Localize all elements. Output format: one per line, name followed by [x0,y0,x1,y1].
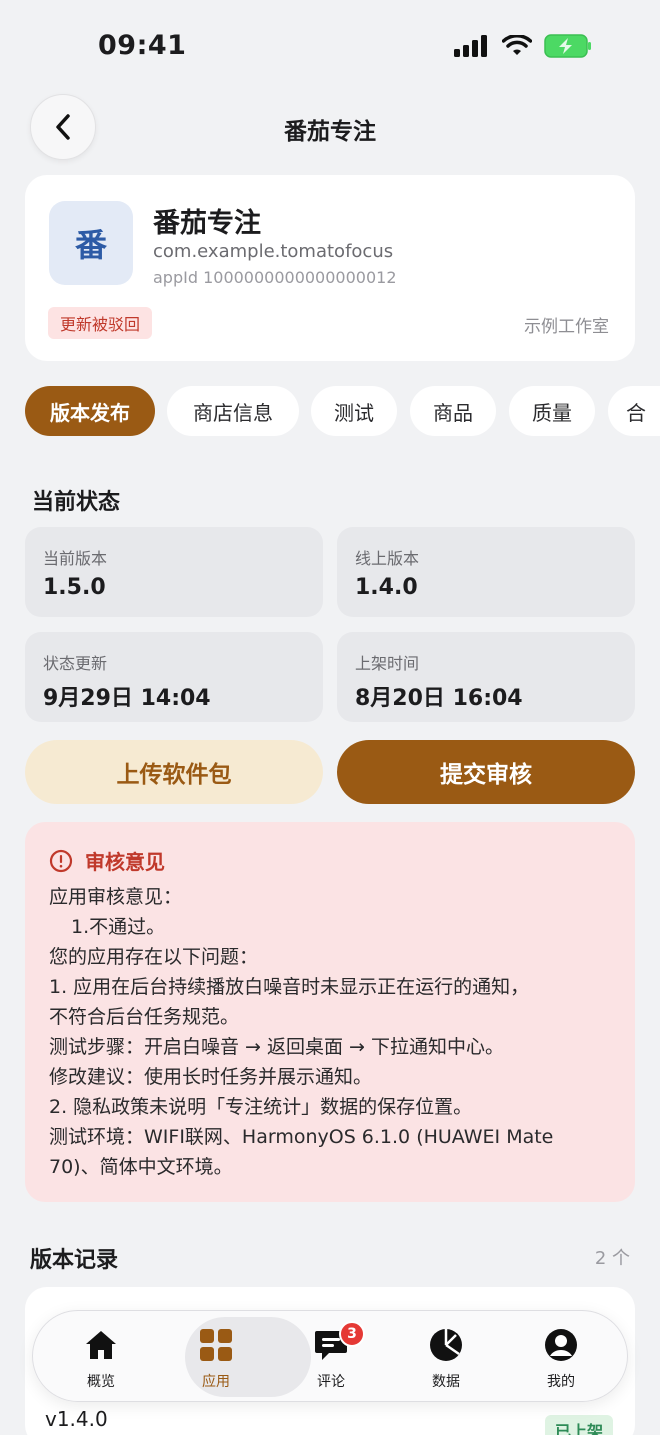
tabbar-apps[interactable]: 应用 [156,1311,276,1403]
stat-status-updated: 状态更新 9月29日 14:04 [25,632,323,722]
tab-testing[interactable]: 测试 [311,386,397,436]
review-line: 1. 应用在后台持续播放白噪音时未显示正在运行的通知， [49,976,530,998]
tabbar-label: 我的 [547,1374,575,1390]
review-line: 测试环境：WIFI联网、HarmonyOS 6.1.0 (HUAWEI Mate [49,1126,554,1148]
notification-badge: 3 [339,1321,365,1347]
stat-value: 9月29日 14:04 [43,686,211,711]
review-title: 审核意见 [85,850,165,874]
app-info-card: 番 番茄专注 com.example.tomatofocus appId 100… [25,175,635,361]
nav-header: 番茄专注 [0,92,660,164]
stat-online-version: 线上版本 1.4.0 [337,527,635,617]
stat-value: 8月20日 16:04 [355,686,523,711]
version-history-title: 版本记录 [30,1248,119,1273]
tabbar-overview[interactable]: 概览 [41,1311,161,1403]
battery-charging-icon [544,34,591,58]
review-line: 不符合后台任务规范。 [49,1006,240,1028]
app-name: 番茄专注 [153,208,261,239]
review-line: 测试步骤：开启白噪音 → 返回桌面 → 下拉通知中心。 [49,1036,504,1058]
section-tabs: 版本发布 商店信息 测试 商品 质量 合 [25,386,660,436]
tab-products[interactable]: 商品 [410,386,496,436]
review-line: 应用审核意见： [49,886,183,908]
review-feedback-panel: 审核意见 应用审核意见： 1.不通过。 您的应用存在以下问题： 1. 应用在后台… [25,822,635,1202]
upload-package-button[interactable]: 上传软件包 [25,740,323,804]
listed-badge: 已上架 [544,1415,613,1435]
stat-label: 当前版本 [43,549,108,568]
app-icon: 番 [49,201,133,285]
wifi-icon [502,35,532,55]
stat-current-version: 当前版本 1.5.0 [25,527,323,617]
review-line: 您的应用存在以下问题： [49,946,259,968]
review-text: 应用审核意见： 1.不通过。 您的应用存在以下问题： 1. 应用在后台持续播放白… [49,882,619,1182]
app-package-name: com.example.tomatofocus [153,241,394,262]
review-line: 70)、简体中文环境。 [49,1156,233,1178]
status-bar: 09:41 [0,0,660,96]
profile-icon [545,1329,577,1361]
stat-label: 线上版本 [355,549,420,568]
status-time: 09:41 [98,30,187,61]
tabbar-label: 概览 [87,1374,115,1390]
review-line: 1.不通过。 [71,916,166,938]
tabbar-label: 应用 [202,1374,230,1390]
stat-value: 1.5.0 [43,575,106,600]
bottom-tab-bar: 概览 应用 3 评论 数据 我的 [32,1310,628,1402]
tab-store-info[interactable]: 商店信息 [167,386,299,436]
submit-review-button[interactable]: 提交审核 [337,740,635,804]
tabbar-label: 评论 [317,1374,345,1390]
apps-grid-icon [200,1329,232,1361]
tab-quality[interactable]: 质量 [509,386,595,436]
stat-label: 状态更新 [43,654,108,673]
tab-version-release[interactable]: 版本发布 [25,386,155,436]
tabbar-label: 数据 [432,1374,460,1390]
tabbar-comments[interactable]: 3 评论 [271,1311,391,1403]
tabbar-profile[interactable]: 我的 [501,1311,621,1403]
version-number[interactable]: v1.4.0 [45,1407,108,1431]
version-count: 2 个 [594,1248,630,1269]
pie-chart-icon [430,1329,462,1361]
status-badge: 更新被驳回 [48,307,153,339]
review-line: 修改建议：使用长时任务并展示通知。 [49,1066,373,1088]
tab-more[interactable]: 合 [608,386,660,436]
stat-listed-time: 上架时间 8月20日 16:04 [337,632,635,722]
alert-circle-icon [49,849,73,872]
home-icon [86,1331,116,1359]
review-line: 2. 隐私政策未说明「专注统计」数据的保存位置。 [49,1096,473,1118]
tabbar-data[interactable]: 数据 [386,1311,506,1403]
status-icons [454,34,592,58]
stat-label: 上架时间 [355,654,420,673]
signal-icon [454,35,487,57]
developer-name: 示例工作室 [524,317,609,337]
current-status-title: 当前状态 [32,490,121,515]
review-header: 审核意见 [49,846,165,875]
page-title: 番茄专注 [284,119,376,145]
app-id: appId 1000000000000000012 [153,268,397,287]
stat-value: 1.4.0 [355,575,418,600]
